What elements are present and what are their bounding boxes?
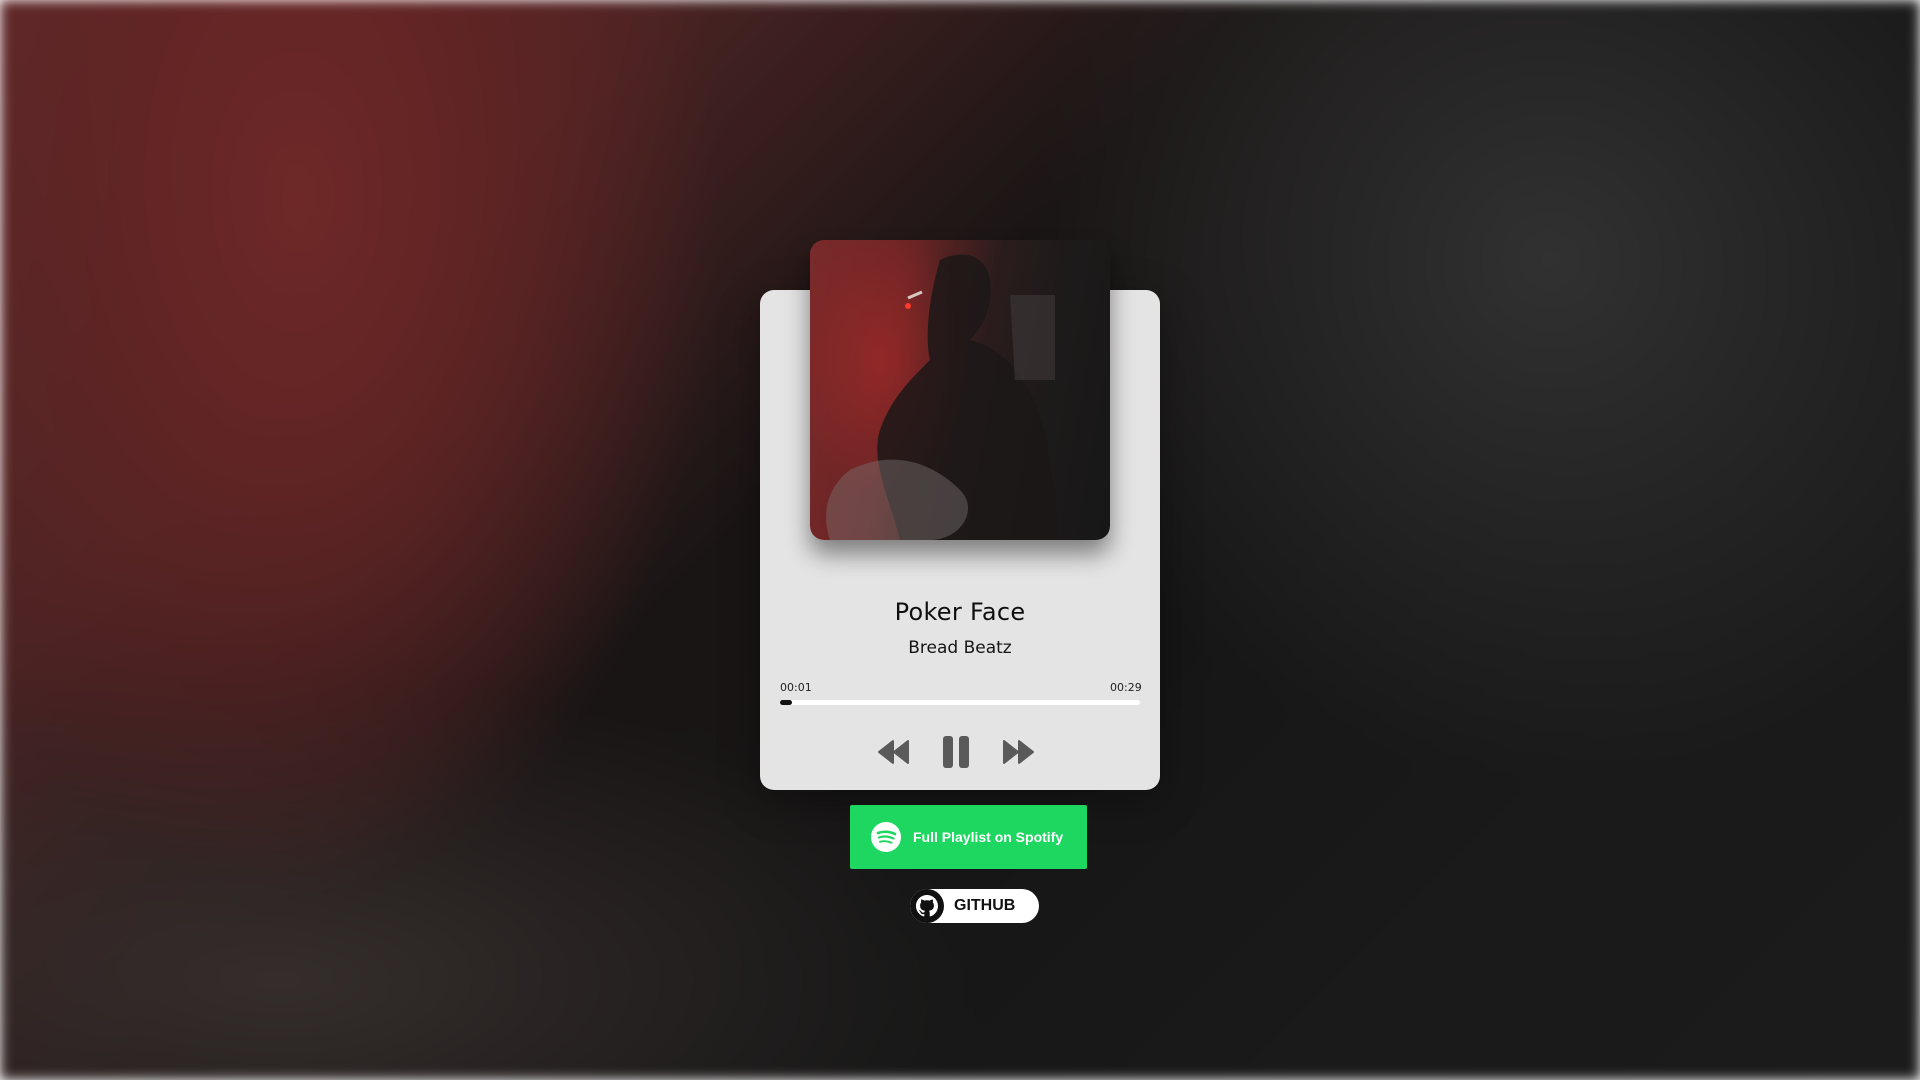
current-time: 00:01 xyxy=(780,681,812,694)
previous-button[interactable] xyxy=(876,732,912,772)
artist-name: Bread Beatz xyxy=(908,638,1012,658)
progress-bar[interactable] xyxy=(780,700,1140,705)
album-cover-art xyxy=(826,254,1060,540)
pause-icon xyxy=(943,736,969,768)
fast-forward-icon xyxy=(1003,740,1034,764)
total-time: 00:29 xyxy=(1110,681,1142,694)
github-icon xyxy=(910,889,944,923)
github-button[interactable]: GITHUB xyxy=(910,889,1039,923)
pause-button[interactable] xyxy=(938,732,974,772)
rewind-icon xyxy=(878,740,909,764)
github-button-label: GITHUB xyxy=(954,897,1016,914)
spotify-icon xyxy=(871,822,901,852)
spotify-button-label: Full Playlist on Spotify xyxy=(913,829,1064,845)
song-title: Poker Face xyxy=(894,598,1026,626)
spotify-playlist-button[interactable]: Full Playlist on Spotify xyxy=(850,805,1087,869)
album-cover xyxy=(810,240,1110,540)
next-button[interactable] xyxy=(1000,732,1036,772)
progress-fill xyxy=(780,700,792,705)
